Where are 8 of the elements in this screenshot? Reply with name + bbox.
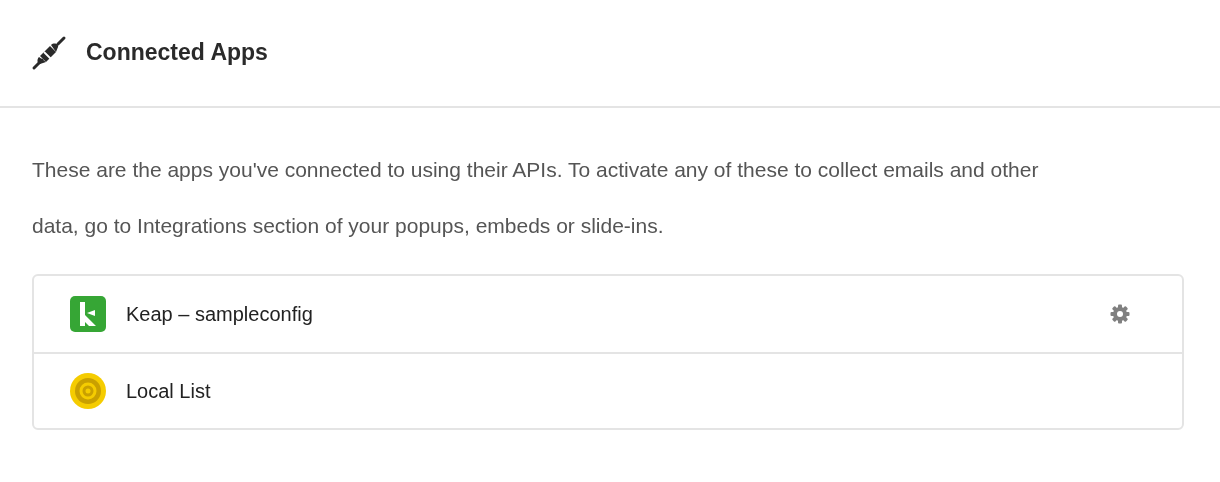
settings-icon[interactable] (1110, 304, 1130, 324)
coin-icon (70, 373, 106, 409)
logo-icon (70, 296, 106, 332)
app-name: Keap – sampleconfig (126, 302, 314, 327)
app-name: Local List (126, 379, 212, 404)
page-title: Connected Apps (86, 39, 268, 67)
plug-icon (30, 34, 68, 72)
description-text: These are the apps you've connected to using their APIs. To activate any of these to collect emails and other data, go to Integrations section of your popups, embeds or slide-ins. (31, 157, 1040, 239)
